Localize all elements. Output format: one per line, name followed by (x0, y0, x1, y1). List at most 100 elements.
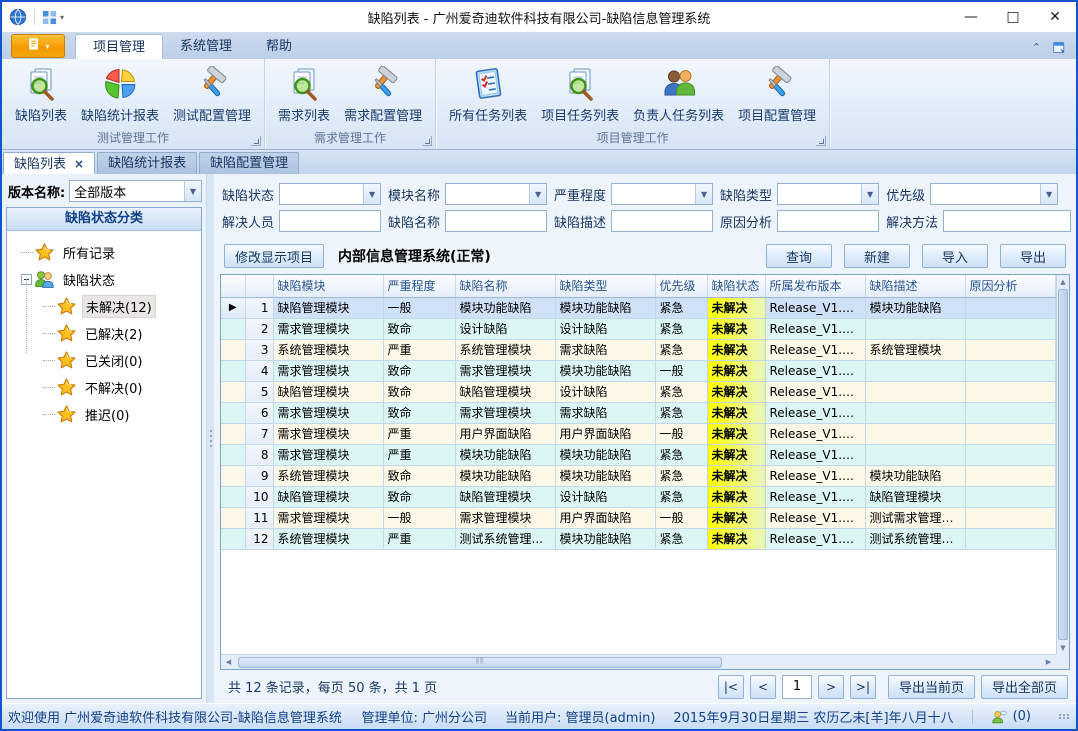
cell-所属发布版本[interactable]: Release_V1.2.0 (765, 339, 865, 360)
scroll-up-icon[interactable]: ▲ (1057, 275, 1069, 288)
cell-优先级[interactable]: 紧急 (655, 528, 707, 549)
table-row[interactable]: 5缺陷管理模块致命缺陷管理模块设计缺陷紧急未解决Release_V1.0.0 (221, 381, 1056, 402)
cell-原因分析[interactable] (965, 465, 1055, 486)
cell-缺陷类型[interactable]: 模块功能缺陷 (555, 444, 655, 465)
dialog-launcher-icon[interactable] (251, 136, 261, 146)
cell-严重程度[interactable]: 严重 (383, 444, 455, 465)
cell-严重程度[interactable]: 致命 (383, 465, 455, 486)
cell-严重程度[interactable]: 严重 (383, 528, 455, 549)
ribbon-tab-系统管理[interactable]: 系统管理 (163, 34, 249, 59)
cell-缺陷名称[interactable]: 需求管理模块 (455, 402, 555, 423)
row-selector[interactable] (221, 465, 245, 486)
cell-缺陷模块[interactable]: 需求管理模块 (273, 507, 383, 528)
查询-button[interactable]: 查询 (766, 244, 832, 268)
filter-combo-严重程度[interactable]: ▼ (611, 183, 713, 205)
cell-缺陷模块[interactable]: 需求管理模块 (273, 423, 383, 444)
cell-缺陷类型[interactable]: 设计缺陷 (555, 486, 655, 507)
cell-缺陷状态[interactable]: 未解决 (707, 444, 765, 465)
cell-缺陷描述[interactable] (865, 423, 965, 444)
cell-所属发布版本[interactable]: Release_V1.2.0 (765, 297, 865, 318)
cell-优先级[interactable]: 一般 (655, 507, 707, 528)
combo-arrow-icon[interactable]: ▼ (529, 184, 546, 204)
row-selector[interactable] (221, 486, 245, 507)
scroll-right-icon[interactable]: ▶ (1041, 655, 1056, 669)
cell-缺陷模块[interactable]: 系统管理模块 (273, 528, 383, 549)
cell-优先级[interactable]: 紧急 (655, 444, 707, 465)
grid-horizontal-scrollbar[interactable]: ◀ ▶ (221, 654, 1056, 669)
application-menu-button[interactable]: ▾ (11, 34, 65, 58)
cell-原因分析[interactable] (965, 423, 1055, 444)
cell-原因分析[interactable] (965, 360, 1055, 381)
ribbon-style-icon[interactable] (1051, 39, 1068, 56)
cell-原因分析[interactable] (965, 507, 1055, 528)
row-selector[interactable] (221, 423, 245, 444)
filter-input-解决人员[interactable] (279, 210, 381, 232)
cell-所属发布版本[interactable]: Release_V1.0.0 (765, 444, 865, 465)
ribbon-button-项目配置管理[interactable]: 项目配置管理 (731, 62, 823, 126)
新建-button[interactable]: 新建 (844, 244, 910, 268)
cell-优先级[interactable]: 紧急 (655, 339, 707, 360)
filter-combo-模块名称[interactable]: ▼ (445, 183, 547, 205)
tree-item-缺陷状态[interactable]: 缺陷状态 (21, 266, 199, 293)
导出-button[interactable]: 导出 (1000, 244, 1066, 268)
cell-缺陷状态[interactable]: 未解决 (707, 423, 765, 444)
filter-input-缺陷描述[interactable] (611, 210, 713, 232)
cell-严重程度[interactable]: 严重 (383, 339, 455, 360)
row-selector[interactable] (221, 507, 245, 528)
scroll-down-icon[interactable]: ▼ (1057, 641, 1069, 654)
cell-缺陷模块[interactable]: 需求管理模块 (273, 444, 383, 465)
cell-缺陷描述[interactable]: 缺陷管理模块 (865, 486, 965, 507)
combo-arrow-icon[interactable]: ▼ (1040, 184, 1057, 204)
next-page-button[interactable]: > (818, 675, 844, 699)
导入-button[interactable]: 导入 (922, 244, 988, 268)
cell-所属发布版本[interactable]: Release_V1.2.0 (765, 318, 865, 339)
row-selector[interactable] (221, 381, 245, 402)
cell-严重程度[interactable]: 一般 (383, 297, 455, 318)
cell-缺陷描述[interactable]: 测试需求管理模块 (865, 507, 965, 528)
cell-缺陷状态[interactable]: 未解决 (707, 507, 765, 528)
tree-item-所有记录[interactable]: 所有记录 (21, 239, 199, 266)
cell-缺陷状态[interactable]: 未解决 (707, 465, 765, 486)
prev-page-button[interactable]: < (750, 675, 776, 699)
row-selector[interactable] (221, 402, 245, 423)
table-row[interactable]: 10缺陷管理模块致命缺陷管理模块设计缺陷紧急未解决Release_V1.0.0缺… (221, 486, 1056, 507)
cell-缺陷名称[interactable]: 设计缺陷 (455, 318, 555, 339)
ribbon-tab-项目管理[interactable]: 项目管理 (75, 34, 163, 59)
dialog-launcher-icon[interactable] (422, 136, 432, 146)
cell-缺陷描述[interactable]: 模块功能缺陷 (865, 297, 965, 318)
minimize-button[interactable]: — (950, 2, 992, 32)
messages-person-icon[interactable] (991, 709, 1007, 725)
cell-所属发布版本[interactable]: Release_V1.1.0 (765, 402, 865, 423)
cell-缺陷描述[interactable]: 系统管理模块 (865, 339, 965, 360)
tree-item-已解决(2)[interactable]: 已解决(2) (43, 320, 199, 347)
cell-优先级[interactable]: 一般 (655, 423, 707, 444)
table-row[interactable]: 7需求管理模块严重用户界面缺陷用户界面缺陷一般未解决Release_V1.0.0 (221, 423, 1056, 444)
filter-input-原因分析[interactable] (777, 210, 879, 232)
row-selector[interactable] (221, 318, 245, 339)
cell-缺陷状态[interactable]: 未解决 (707, 402, 765, 423)
tree-item-已关闭(0)[interactable]: 已关闭(0) (43, 347, 199, 374)
cell-优先级[interactable]: 紧急 (655, 381, 707, 402)
cell-缺陷类型[interactable]: 设计缺陷 (555, 381, 655, 402)
combo-arrow-icon[interactable]: ▼ (184, 181, 201, 201)
table-row[interactable]: 4需求管理模块致命需求管理模块模块功能缺陷一般未解决Release_V1.0.0 (221, 360, 1056, 381)
cell-所属发布版本[interactable]: Release_V1.0.0 (765, 360, 865, 381)
cell-原因分析[interactable] (965, 402, 1055, 423)
cell-缺陷类型[interactable]: 用户界面缺陷 (555, 423, 655, 444)
combo-arrow-icon[interactable]: ▼ (861, 184, 878, 204)
cell-所属发布版本[interactable]: Release_V1.0.0 (765, 423, 865, 444)
column-header-缺陷模块[interactable]: 缺陷模块 (273, 275, 383, 297)
table-row[interactable]: 8需求管理模块严重模块功能缺陷模块功能缺陷紧急未解决Release_V1.0.0 (221, 444, 1056, 465)
cell-缺陷模块[interactable]: 系统管理模块 (273, 465, 383, 486)
column-header-原因分析[interactable]: 原因分析 (965, 275, 1055, 297)
row-selector[interactable] (221, 339, 245, 360)
combo-arrow-icon[interactable]: ▼ (363, 184, 380, 204)
cell-缺陷描述[interactable]: 测试系统管理模块... (865, 528, 965, 549)
last-page-button[interactable]: >| (850, 675, 876, 699)
cell-缺陷名称[interactable]: 模块功能缺陷 (455, 465, 555, 486)
cell-缺陷状态[interactable]: 未解决 (707, 486, 765, 507)
cell-原因分析[interactable] (965, 444, 1055, 465)
ribbon-button-需求列表[interactable]: 需求列表 (271, 62, 337, 126)
resize-grip[interactable] (1059, 714, 1070, 719)
row-selector[interactable] (221, 360, 245, 381)
